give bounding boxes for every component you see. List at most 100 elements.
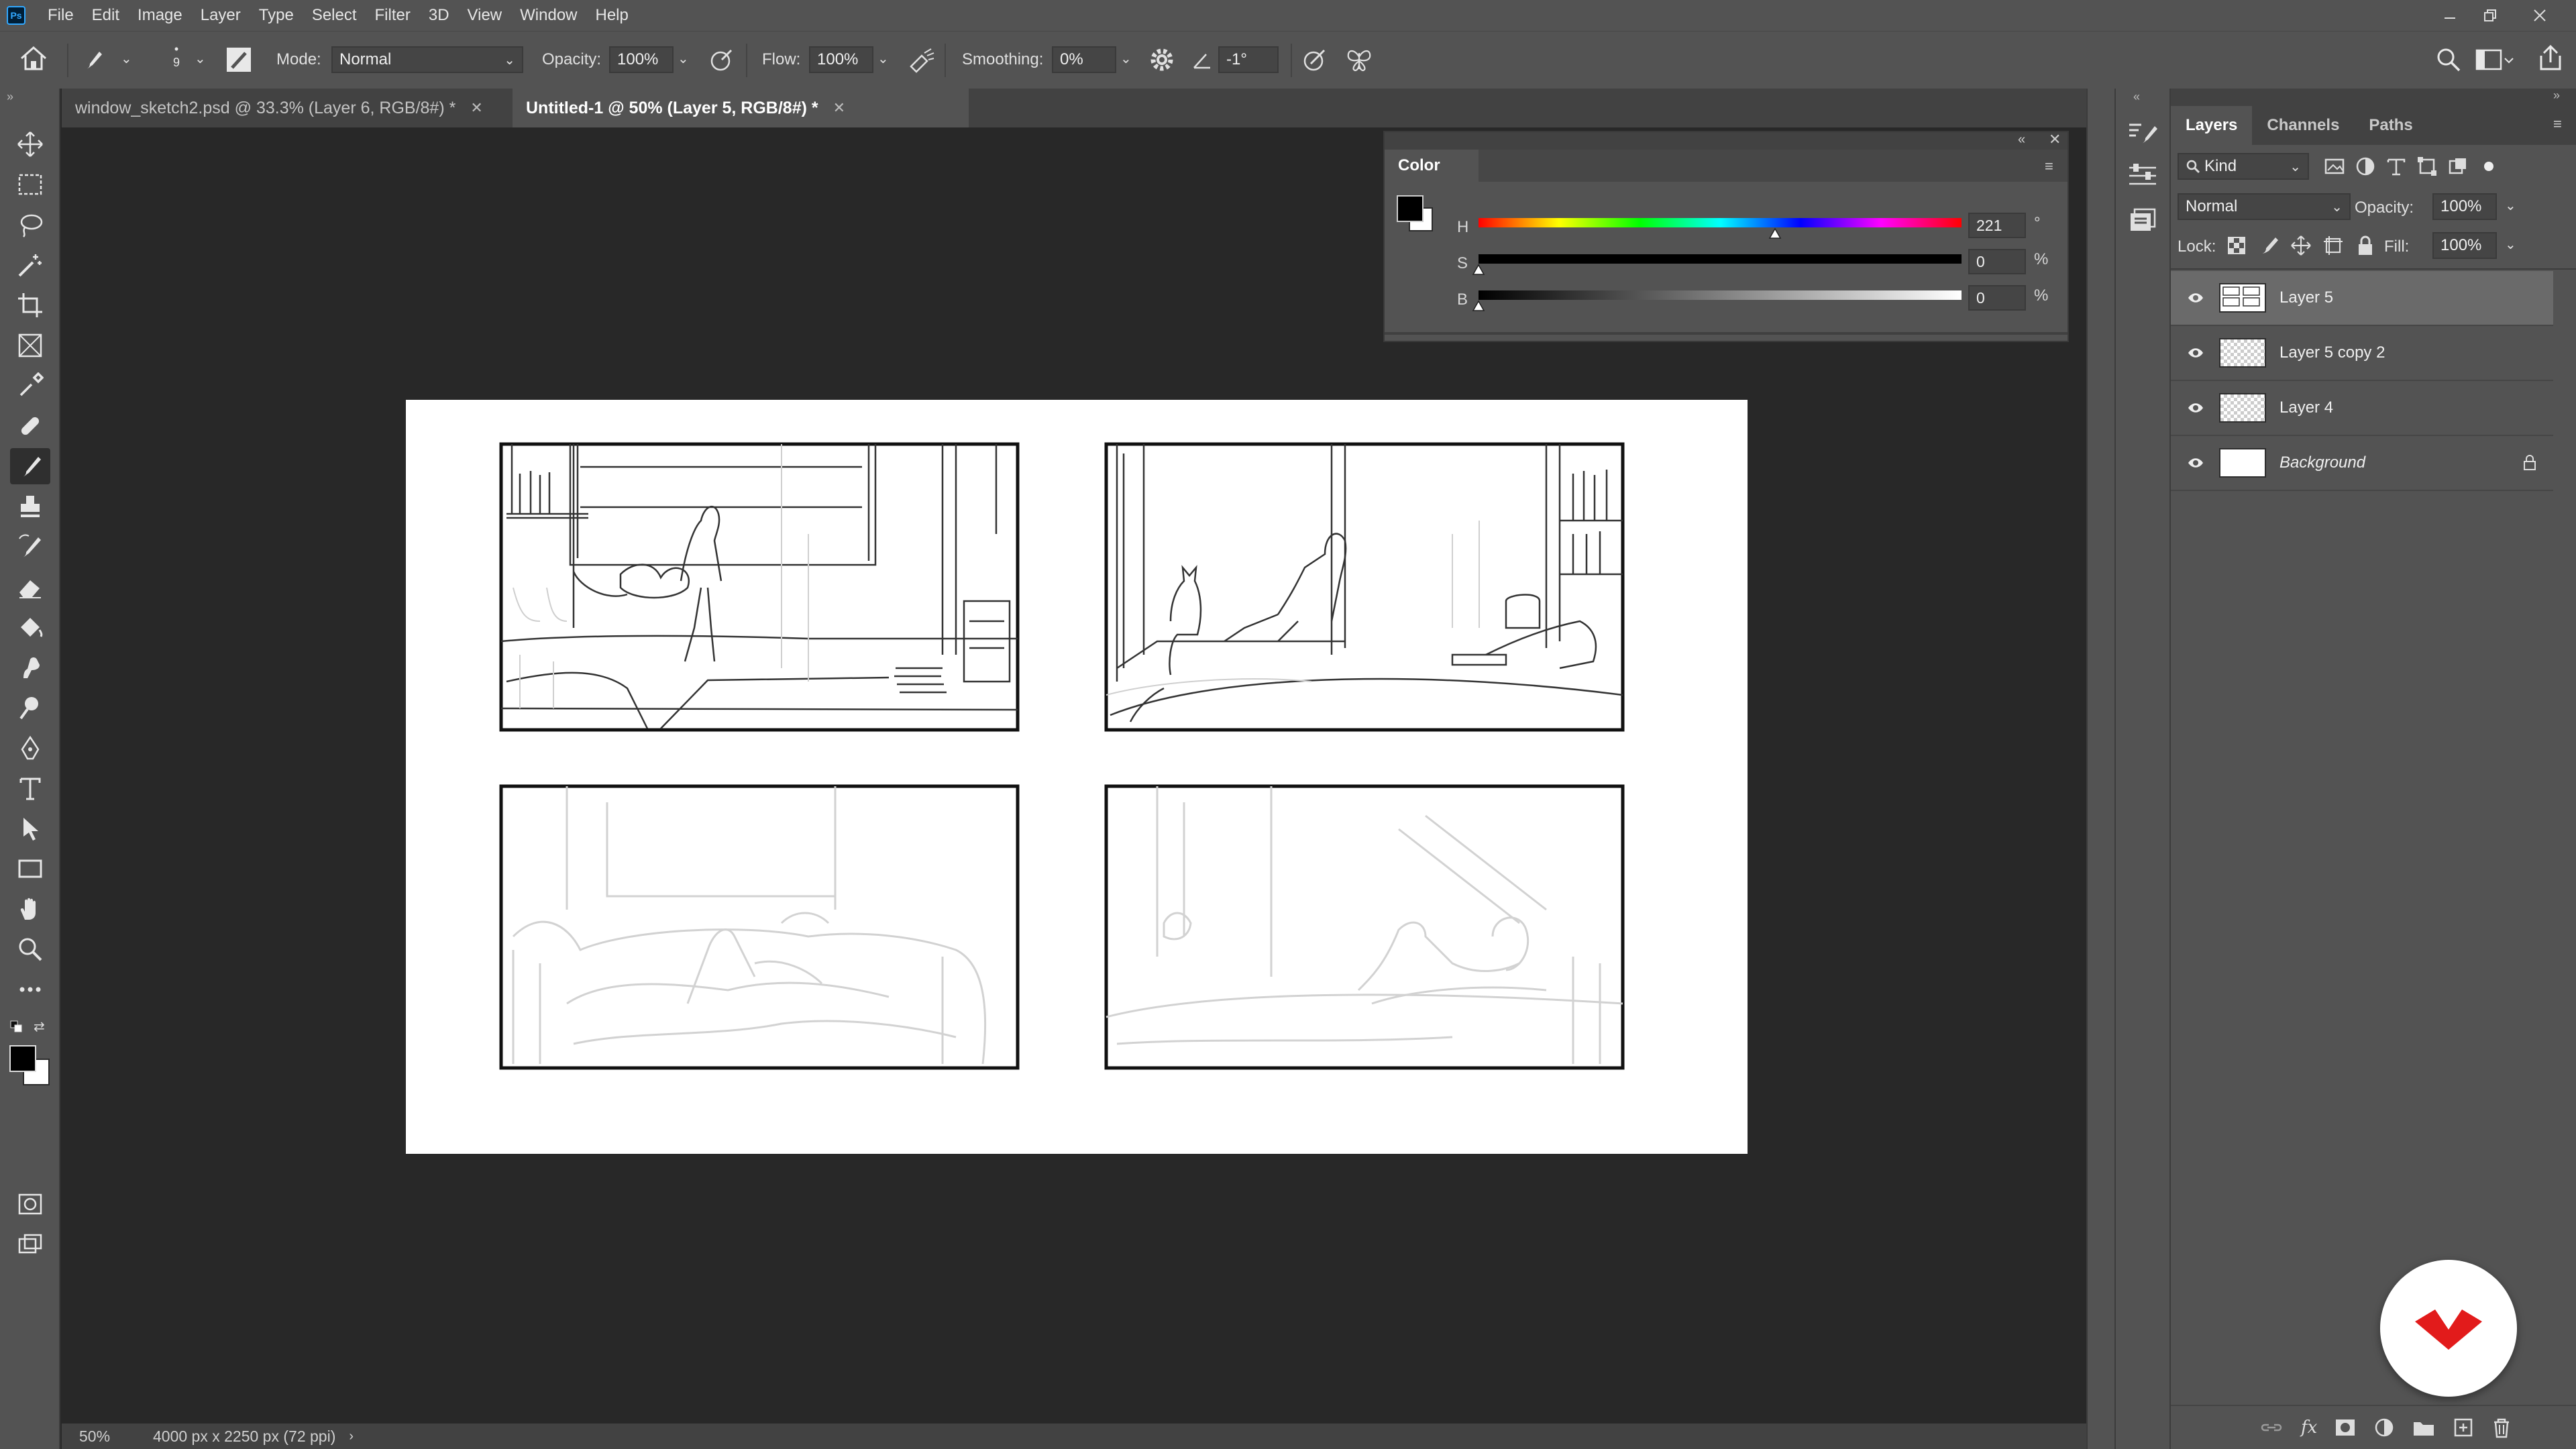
brightness-slider-handle[interactable]	[1472, 300, 1485, 312]
menu-edit[interactable]: Edit	[82, 6, 127, 25]
quick-mask-button[interactable]	[10, 1186, 50, 1222]
close-tab-icon[interactable]: ✕	[833, 99, 845, 117]
filter-toggle-icon[interactable]	[2478, 156, 2500, 177]
tab-paths[interactable]: Paths	[2354, 106, 2427, 145]
layer-row-layer-5[interactable]: Layer 5	[2171, 271, 2553, 326]
airbrush-button[interactable]	[907, 46, 936, 73]
layer-row-background[interactable]: Background	[2171, 436, 2553, 491]
lock-position-icon[interactable]	[2290, 235, 2312, 256]
brightness-input[interactable]: 0	[1968, 285, 2026, 311]
menu-select[interactable]: Select	[302, 6, 365, 25]
symmetry-button[interactable]	[1344, 45, 1374, 74]
hue-input[interactable]: 221	[1968, 213, 2026, 238]
panel-grip[interactable]	[1385, 132, 2068, 150]
smoothing-options-button[interactable]	[1148, 46, 1175, 73]
document-canvas[interactable]	[406, 400, 1748, 1154]
healing-brush-tool[interactable]	[10, 408, 50, 444]
menu-filter[interactable]: Filter	[365, 6, 419, 25]
swap-colors-icon[interactable]: ⇄	[34, 1018, 45, 1035]
pressure-size-button[interactable]	[1301, 46, 1328, 73]
fx-icon[interactable]: fx	[2301, 1417, 2317, 1438]
lock-all-icon[interactable]	[2355, 235, 2376, 256]
move-tool[interactable]	[10, 126, 50, 162]
libraries-panel-button[interactable]	[2129, 208, 2156, 235]
brightness-slider[interactable]	[1479, 290, 1962, 300]
layer-opacity-dropdown[interactable]: ⌄	[2505, 197, 2516, 214]
color-panel-tab[interactable]: Color	[1385, 150, 1479, 182]
lock-transparent-pixels-icon[interactable]	[2226, 235, 2247, 256]
search-button[interactable]	[2435, 46, 2462, 73]
panel-grip[interactable]	[2171, 89, 2576, 106]
close-panel-icon[interactable]: ✕	[2049, 131, 2061, 148]
angle-input[interactable]: -1°	[1218, 46, 1279, 73]
paint-bucket-tool[interactable]	[10, 609, 50, 645]
opacity-input[interactable]: 100%	[609, 46, 674, 73]
foreground-swatch[interactable]	[1397, 195, 1424, 222]
menu-type[interactable]: Type	[249, 6, 302, 25]
magic-wand-tool[interactable]	[10, 247, 50, 283]
type-tool[interactable]	[10, 770, 50, 806]
brush-size-dropdown[interactable]: ⌄	[195, 50, 206, 67]
share-button[interactable]	[2536, 44, 2565, 73]
menu-file[interactable]: File	[38, 6, 82, 25]
zoom-level[interactable]: 50%	[79, 1428, 133, 1446]
path-selection-tool[interactable]	[10, 810, 50, 847]
flow-input[interactable]: 100%	[809, 46, 873, 73]
foreground-color-swatch[interactable]	[9, 1045, 36, 1072]
panel-menu-icon[interactable]: ≡	[2553, 115, 2562, 133]
collapse-icon[interactable]: »	[7, 90, 13, 104]
menu-help[interactable]: Help	[586, 6, 637, 25]
tab-layers[interactable]: Layers	[2171, 106, 2253, 145]
adjustments-panel-button[interactable]	[2127, 160, 2159, 189]
crop-tool[interactable]	[10, 287, 50, 323]
panel-menu-icon[interactable]: ≡	[2045, 158, 2053, 175]
tab-untitled-1[interactable]: Untitled-1 @ 50% (Layer 5, RGB/8#) * ✕	[513, 89, 969, 127]
link-layers-icon[interactable]	[2259, 1419, 2284, 1436]
pen-tool[interactable]	[10, 730, 50, 766]
brush-tool[interactable]	[10, 448, 50, 484]
new-layer-icon[interactable]	[2453, 1417, 2474, 1438]
menu-image[interactable]: Image	[127, 6, 191, 25]
tab-window-sketch2[interactable]: window_sketch2.psd @ 33.3% (Layer 6, RGB…	[62, 89, 539, 127]
panel-resize-bar[interactable]	[1385, 332, 2068, 335]
brush-preset-dropdown[interactable]: ⌄	[121, 50, 132, 67]
workspace-button[interactable]	[2475, 48, 2516, 72]
zoom-tool[interactable]	[10, 931, 50, 967]
filter-adjustment-icon[interactable]	[2355, 156, 2376, 177]
layer-row-layer-4[interactable]: Layer 4	[2171, 381, 2553, 436]
eraser-tool[interactable]	[10, 569, 50, 605]
flow-dropdown[interactable]: ⌄	[877, 50, 889, 67]
default-colors-icon[interactable]	[9, 1020, 23, 1033]
menu-window[interactable]: Window	[510, 6, 585, 25]
pressure-opacity-button[interactable]	[708, 46, 735, 73]
smudge-tool[interactable]	[10, 649, 50, 686]
more-tools[interactable]	[10, 971, 50, 1008]
layer-row-layer-5-copy-2[interactable]: Layer 5 copy 2	[2171, 326, 2553, 381]
brush-preset-button[interactable]	[79, 46, 106, 73]
home-button[interactable]	[19, 45, 48, 72]
eyedropper-tool[interactable]	[10, 368, 50, 404]
hue-slider[interactable]	[1479, 218, 1962, 227]
filter-pixel-icon[interactable]	[2324, 156, 2345, 177]
layer-filter-select[interactable]: Kind ⌄	[2178, 153, 2309, 180]
menu-view[interactable]: View	[458, 6, 511, 25]
adjustment-layer-icon[interactable]	[2373, 1417, 2395, 1438]
rectangle-tool[interactable]	[10, 851, 50, 887]
smoothing-dropdown[interactable]: ⌄	[1120, 50, 1132, 67]
visibility-eye-icon[interactable]	[2186, 292, 2206, 304]
lock-image-pixels-icon[interactable]	[2258, 235, 2279, 256]
dodge-tool[interactable]	[10, 690, 50, 726]
frame-tool[interactable]	[10, 327, 50, 364]
chevron-right-icon[interactable]: ›	[349, 1429, 354, 1444]
menu-3d[interactable]: 3D	[419, 6, 458, 25]
add-mask-icon[interactable]	[2334, 1418, 2356, 1437]
opacity-dropdown[interactable]: ⌄	[678, 50, 689, 67]
hue-slider-handle[interactable]	[1768, 227, 1782, 239]
tab-channels[interactable]: Channels	[2252, 106, 2354, 145]
fill-dropdown[interactable]: ⌄	[2505, 236, 2516, 253]
screen-mode-button[interactable]	[10, 1226, 50, 1263]
visibility-eye-icon[interactable]	[2186, 347, 2206, 359]
brush-settings-panel-button[interactable]	[2127, 118, 2159, 148]
expand-icon[interactable]: «	[2133, 90, 2140, 104]
visibility-eye-icon[interactable]	[2186, 457, 2206, 469]
